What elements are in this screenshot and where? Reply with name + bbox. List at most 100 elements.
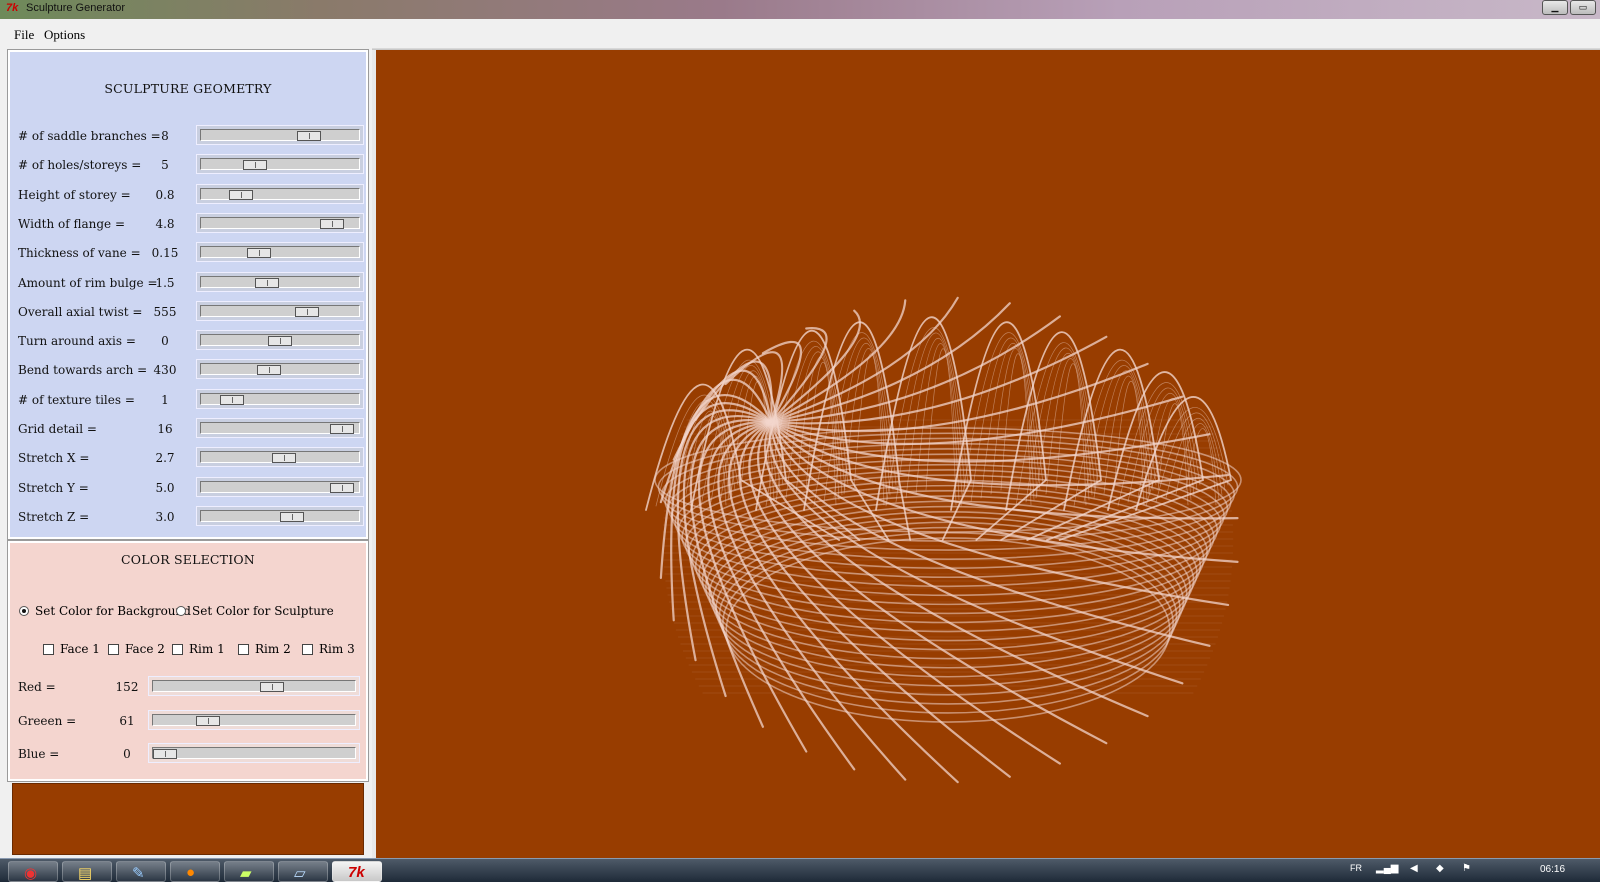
slider-thumb[interactable] xyxy=(247,248,271,259)
color-label: Greeen = xyxy=(18,713,77,728)
notepad-icon[interactable]: ▱ xyxy=(278,861,328,882)
slider-trough[interactable] xyxy=(200,129,360,141)
minimize-button[interactable]: ▁ xyxy=(1542,0,1568,15)
geom-label: Stretch Y = xyxy=(18,480,89,495)
tk-app-icon[interactable]: 7k xyxy=(332,861,382,882)
slider-trough[interactable] xyxy=(200,509,360,522)
maximize-button[interactable]: ▭ xyxy=(1570,0,1596,15)
network-icon[interactable]: ▂▄▆ xyxy=(1376,863,1398,874)
radio-background-dot[interactable] xyxy=(19,606,29,616)
radio-sculpture-dot[interactable] xyxy=(176,606,186,616)
sculpture-wire xyxy=(694,490,1202,642)
slider-trough[interactable] xyxy=(200,304,360,317)
slider-thumb[interactable] xyxy=(229,189,253,200)
color-slider[interactable] xyxy=(148,709,360,730)
slider-trough[interactable] xyxy=(200,216,360,229)
color-slider[interactable] xyxy=(148,743,360,763)
color-slider[interactable] xyxy=(148,676,360,696)
geom-slider[interactable] xyxy=(196,300,364,321)
color-label: Red = xyxy=(18,680,56,694)
slider-trough[interactable] xyxy=(152,713,356,726)
check-face-2-box[interactable] xyxy=(108,643,119,655)
geom-slider[interactable] xyxy=(196,447,364,468)
geom-label: Bend towards arch = xyxy=(18,363,148,378)
slider-trough[interactable] xyxy=(200,158,360,171)
slider-thumb[interactable] xyxy=(272,453,296,464)
geom-slider[interactable] xyxy=(196,330,364,351)
geom-value: 555 xyxy=(153,304,177,319)
slider-trough[interactable] xyxy=(200,187,360,200)
color-selection-panel: COLOR SELECTION Set Color for Background… xyxy=(7,540,369,782)
check-face-1[interactable]: Face 1 xyxy=(43,642,100,656)
check-face-2-label: Face 2 xyxy=(125,642,165,656)
geom-row: Amount of rim bulge = 1.5 xyxy=(10,269,366,298)
slider-thumb[interactable] xyxy=(257,365,281,376)
slider-thumb[interactable] xyxy=(260,682,284,692)
slider-trough[interactable] xyxy=(200,392,360,405)
check-face-1-box[interactable] xyxy=(43,643,54,655)
geom-slider[interactable] xyxy=(196,388,364,409)
geom-row: # of saddle branches = 8 xyxy=(10,122,366,151)
paint-icon[interactable]: ✎ xyxy=(116,861,166,882)
slider-trough[interactable] xyxy=(200,334,360,347)
slider-trough[interactable] xyxy=(152,747,356,759)
radio-background[interactable]: Set Color for Background xyxy=(19,604,191,618)
geom-row: # of holes/storeys = 5 xyxy=(10,151,366,180)
geom-slider[interactable] xyxy=(196,505,364,526)
geom-value: 0 xyxy=(161,334,169,349)
slider-trough[interactable] xyxy=(200,451,360,464)
geom-value: 16 xyxy=(157,422,173,436)
geom-slider[interactable] xyxy=(196,418,364,438)
slider-thumb[interactable] xyxy=(153,749,177,759)
slider-thumb[interactable] xyxy=(220,394,244,405)
slider-thumb[interactable] xyxy=(243,160,267,171)
geom-slider[interactable] xyxy=(196,271,364,292)
geom-slider[interactable] xyxy=(196,154,364,175)
slider-trough[interactable] xyxy=(200,275,360,288)
geom-slider[interactable] xyxy=(196,242,364,263)
check-rim-2[interactable]: Rim 2 xyxy=(238,642,291,656)
radio-sculpture[interactable]: Set Color for Sculpture xyxy=(176,604,334,618)
slider-trough[interactable] xyxy=(152,680,356,692)
slider-thumb[interactable] xyxy=(320,218,344,229)
slider-trough[interactable] xyxy=(200,246,360,259)
file-explorer-icon[interactable]: ▤ xyxy=(62,861,112,882)
language-indicator[interactable]: FR xyxy=(1350,863,1362,873)
firefox-icon[interactable]: ● xyxy=(170,861,220,882)
folder-icon[interactable]: ▰ xyxy=(224,861,274,882)
security-icon[interactable]: ◆ xyxy=(1436,863,1444,874)
slider-trough[interactable] xyxy=(200,480,360,493)
geometry-heading: SCULPTURE GEOMETRY xyxy=(104,81,272,96)
slider-thumb[interactable] xyxy=(255,277,279,288)
sculpture-viewport[interactable] xyxy=(372,50,1600,858)
geom-slider[interactable] xyxy=(196,359,364,380)
slider-thumb[interactable] xyxy=(295,306,319,317)
geom-slider[interactable] xyxy=(196,476,364,497)
geom-slider[interactable] xyxy=(196,125,364,145)
check-rim-2-box[interactable] xyxy=(238,643,249,655)
geom-row: Grid detail = 16 xyxy=(10,415,366,444)
menu-file[interactable]: File xyxy=(14,27,34,43)
check-face-2[interactable]: Face 2 xyxy=(108,642,165,656)
check-rim-1-box[interactable] xyxy=(172,643,183,655)
slider-thumb[interactable] xyxy=(196,715,220,726)
slider-thumb[interactable] xyxy=(330,482,354,493)
volume-icon[interactable]: ◀ xyxy=(1410,863,1418,874)
geom-slider[interactable] xyxy=(196,212,364,233)
chrome-icon[interactable]: ◉ xyxy=(8,861,58,882)
check-rim-3-box[interactable] xyxy=(302,643,313,655)
slider-thumb[interactable] xyxy=(297,131,321,141)
geom-slider[interactable] xyxy=(196,183,364,204)
slider-trough[interactable] xyxy=(200,363,360,376)
check-rim-1[interactable]: Rim 1 xyxy=(172,642,225,656)
sculpture-render[interactable] xyxy=(376,50,1600,858)
notification-flag-icon[interactable]: ⚑ xyxy=(1462,863,1471,874)
title-bar[interactable]: 7k Sculpture Generator ▁ ▭ xyxy=(0,0,1600,19)
check-rim-3[interactable]: Rim 3 xyxy=(302,642,355,656)
slider-trough[interactable] xyxy=(200,422,360,434)
slider-thumb[interactable] xyxy=(280,511,304,522)
slider-thumb[interactable] xyxy=(330,424,354,434)
clock[interactable]: 06:16 xyxy=(1540,864,1565,875)
menu-options[interactable]: Options xyxy=(44,27,85,43)
slider-thumb[interactable] xyxy=(268,336,292,347)
